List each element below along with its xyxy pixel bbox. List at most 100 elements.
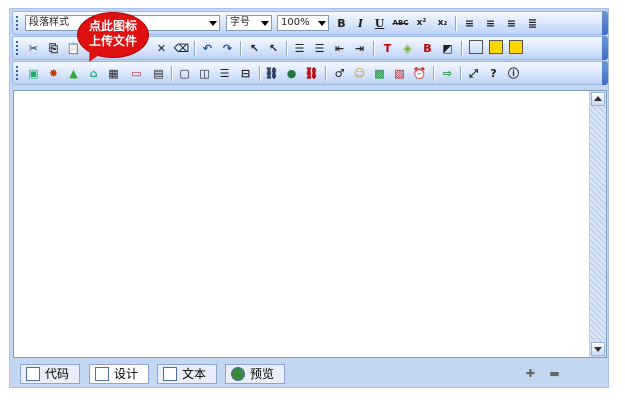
tab-label: 设计: [114, 367, 139, 381]
toolbar-separator: [455, 16, 457, 31]
superscript-icon[interactable]: x²: [413, 15, 430, 32]
toolbar-separator: [259, 66, 261, 81]
toolbar-separator: [460, 66, 462, 81]
table-icon[interactable]: ▦: [105, 65, 122, 82]
toolbar-grip[interactable]: [16, 41, 18, 55]
redo-icon[interactable]: ↷: [219, 40, 236, 57]
eraser-icon[interactable]: ⌫: [173, 40, 190, 57]
indent-icon[interactable]: ⇥: [351, 40, 368, 57]
highlight-icon[interactable]: ◈: [399, 40, 416, 57]
tab-label: 文本: [182, 367, 207, 381]
outdent-icon[interactable]: ⇤: [331, 40, 348, 57]
tab-text[interactable]: 文本: [157, 364, 217, 384]
unlink-icon[interactable]: ⛓: [303, 65, 320, 82]
textarea-icon[interactable]: ▤: [150, 65, 167, 82]
ordered-list-icon[interactable]: ☰: [291, 40, 308, 57]
export-icon[interactable]: ⇨: [439, 65, 456, 82]
calendar-icon[interactable]: ▩: [371, 65, 388, 82]
undo-icon[interactable]: ↶: [199, 40, 216, 57]
align-right-icon[interactable]: ≡: [503, 15, 520, 32]
toolbar-separator: [286, 41, 288, 56]
editor-frame: 段落样式 字号 100% B I U ABC x² x₂ ≡ ≡ ≡ ≣ ✂ ⎘…: [9, 8, 609, 388]
link-icon[interactable]: ⛓: [263, 65, 280, 82]
toolbar-separator: [194, 41, 196, 56]
flash-icon[interactable]: ✸: [45, 65, 62, 82]
media-icon[interactable]: ▲: [65, 65, 82, 82]
layer-icon[interactable]: [489, 40, 503, 54]
template-icon[interactable]: ◫: [196, 65, 213, 82]
chevron-down-icon: [318, 21, 326, 26]
mode-tabs: 代码 设计 文本 预览 ✚ ▬: [10, 361, 608, 387]
scroll-up-button[interactable]: [591, 92, 605, 106]
tab-label: 预览: [250, 367, 275, 381]
text-icon: [163, 367, 177, 381]
delete-icon[interactable]: ✕: [153, 40, 170, 57]
tab-label: 代码: [45, 367, 70, 381]
emoticon-icon[interactable]: ☺: [351, 65, 368, 82]
globe-icon[interactable]: ●: [283, 65, 300, 82]
plus-icon[interactable]: ✚: [522, 365, 539, 382]
select-icon[interactable]: ↖: [265, 40, 282, 57]
toolbar-end-cap: [602, 36, 608, 60]
globe-icon: [231, 367, 245, 381]
date-icon[interactable]: ▧: [391, 65, 408, 82]
info-icon[interactable]: ⓘ: [505, 65, 522, 82]
vertical-scrollbar[interactable]: [589, 91, 606, 357]
chevron-down-icon: [261, 21, 269, 26]
marquee-icon[interactable]: ⊟: [237, 65, 254, 82]
image-icon[interactable]: ▣: [25, 65, 42, 82]
editor-content-area[interactable]: [13, 90, 607, 358]
toolbar-separator: [461, 41, 463, 56]
upload-callout: 点此图标 上传文件: [78, 13, 148, 66]
scroll-down-button[interactable]: [591, 342, 605, 356]
toolbar-end-cap: [602, 61, 608, 85]
paragraph-style-label: 段落样式: [29, 17, 69, 28]
callout-line-2: 上传文件: [88, 34, 137, 48]
copy-icon[interactable]: ⎘: [45, 40, 62, 57]
underline-icon[interactable]: U: [371, 15, 388, 32]
text-color-icon[interactable]: T: [379, 40, 396, 57]
pointer-icon[interactable]: ↖: [246, 40, 263, 57]
align-left-icon[interactable]: ≡: [461, 15, 478, 32]
align-justify-icon[interactable]: ≣: [524, 15, 541, 32]
bold-icon[interactable]: B: [333, 15, 350, 32]
upload-file-icon[interactable]: ⌂: [85, 65, 102, 82]
special-char-icon[interactable]: ♂: [331, 65, 348, 82]
toolbar-grip[interactable]: [16, 16, 18, 30]
subscript-icon[interactable]: x₂: [434, 15, 451, 32]
toolbar-row-3: ▣ ✸ ▲ ⌂ ▦ ▭ ▤ ▢ ◫ ☰ ⊟ ⛓ ● ⛓ ♂ ☺ ▩ ▧ ⏰ ⇨ …: [12, 61, 608, 85]
layer-stack-icon[interactable]: [509, 40, 523, 54]
frame-icon[interactable]: [469, 40, 483, 54]
clock-icon[interactable]: ⏰: [411, 65, 428, 82]
font-size-label: 字号: [230, 17, 250, 28]
help-icon[interactable]: ?: [485, 65, 502, 82]
toolbar-end-cap: [602, 11, 608, 35]
toolbar-grip[interactable]: [16, 66, 18, 80]
tab-preview[interactable]: 预览: [225, 364, 285, 384]
unordered-list-icon[interactable]: ☰: [311, 40, 328, 57]
font-size-select[interactable]: 字号: [226, 15, 272, 31]
callout-line-1: 点此图标: [88, 19, 137, 33]
toolbar-separator: [240, 41, 242, 56]
strikethrough-icon[interactable]: ABC: [392, 15, 409, 32]
zoom-label: 100%: [281, 17, 310, 28]
align-center-icon[interactable]: ≡: [482, 15, 499, 32]
format-icon[interactable]: ◩: [439, 40, 456, 57]
toolbar-separator: [325, 66, 327, 81]
horizontal-rule-icon[interactable]: ☰: [216, 65, 233, 82]
design-icon: [95, 367, 109, 381]
minus-icon[interactable]: ▬: [546, 365, 563, 382]
toolbar-separator: [373, 41, 375, 56]
italic-icon[interactable]: I: [352, 15, 369, 32]
tab-code[interactable]: 代码: [20, 364, 80, 384]
background-color-icon[interactable]: B: [419, 40, 436, 57]
toolbar-separator: [433, 66, 435, 81]
tab-design[interactable]: 设计: [89, 364, 149, 384]
zoom-select[interactable]: 100%: [277, 15, 329, 31]
form-icon[interactable]: ▭: [128, 65, 145, 82]
cut-icon[interactable]: ✂: [25, 40, 42, 57]
new-document-icon[interactable]: ▢: [176, 65, 193, 82]
chevron-down-icon: [209, 21, 217, 26]
code-icon: [26, 367, 40, 381]
fullscreen-icon[interactable]: ⤢: [465, 65, 482, 82]
